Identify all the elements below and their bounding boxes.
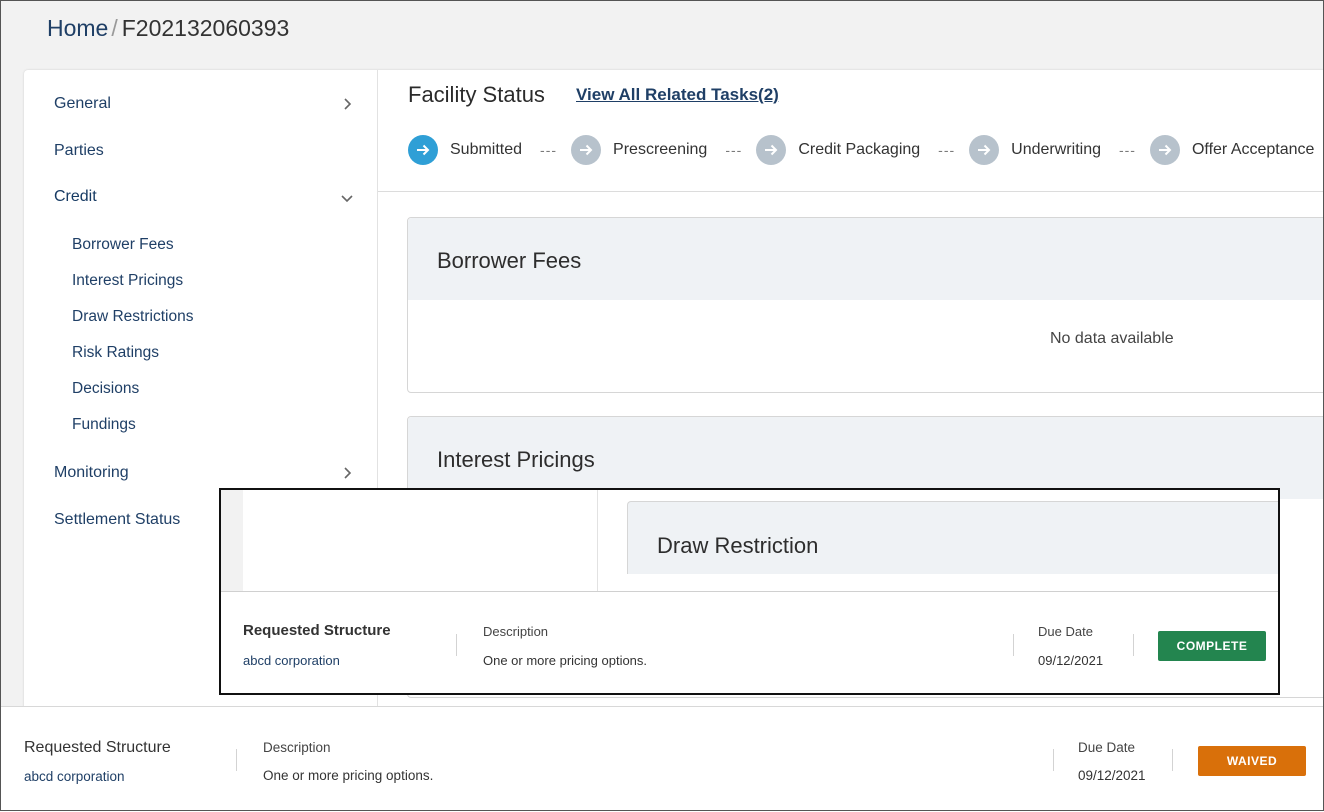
breadcrumb-separator: / bbox=[111, 15, 118, 41]
panel-title: Draw Restriction bbox=[657, 533, 819, 558]
divider bbox=[1133, 634, 1134, 656]
step-underwriting: Underwriting bbox=[969, 135, 1101, 165]
arrow-right-icon bbox=[408, 135, 438, 165]
step-separator: --- bbox=[725, 142, 743, 158]
task-bar-waived: Requested Structure abcd corporation Des… bbox=[0, 706, 1324, 812]
breadcrumb-current: F202132060393 bbox=[121, 15, 290, 41]
task-party-link[interactable]: abcd corporation bbox=[243, 653, 340, 668]
step-separator: --- bbox=[938, 142, 956, 158]
header-divider bbox=[378, 191, 1324, 192]
description-label: Description bbox=[483, 624, 549, 639]
chevron-right-icon[interactable] bbox=[340, 97, 354, 111]
due-date-value: 09/12/2021 bbox=[1038, 653, 1104, 668]
step-submitted: Submitted bbox=[408, 135, 522, 165]
sidebar-item-monitoring[interactable]: Monitoring bbox=[54, 463, 129, 483]
divider bbox=[1172, 749, 1173, 771]
task-title: Requested Structure bbox=[243, 622, 391, 639]
task-title: Requested Structure bbox=[24, 739, 171, 756]
status-stepper: Submitted --- Prescreening --- Credit Pa… bbox=[408, 134, 1314, 166]
due-date-label: Due Date bbox=[1038, 624, 1093, 639]
chevron-right-icon[interactable] bbox=[340, 466, 354, 480]
view-related-tasks-link[interactable]: View All Related Tasks(2) bbox=[576, 85, 779, 105]
sidebar-subitem-draw-restrictions[interactable]: Draw Restrictions bbox=[72, 307, 193, 327]
step-label: Underwriting bbox=[1011, 141, 1101, 158]
sidebar-item-credit[interactable]: Credit bbox=[54, 187, 97, 207]
panel-header: Interest Pricings bbox=[408, 417, 1324, 499]
status-badge-complete[interactable]: COMPLETE bbox=[1158, 631, 1266, 661]
step-label: Credit Packaging bbox=[798, 141, 921, 158]
panel-title: Borrower Fees bbox=[437, 248, 582, 273]
divider bbox=[236, 749, 237, 771]
step-credit-packaging: Credit Packaging bbox=[756, 135, 920, 165]
borrower-fees-panel: Borrower Fees No data available bbox=[407, 217, 1324, 393]
step-offer-acceptance: Offer Acceptance bbox=[1149, 135, 1315, 165]
description-value: One or more pricing options. bbox=[483, 653, 648, 668]
breadcrumb: Home / F202132060393 bbox=[47, 13, 289, 43]
status-badge-waived[interactable]: WAIVED bbox=[1198, 746, 1306, 776]
breadcrumb-home-link[interactable]: Home bbox=[47, 15, 108, 41]
sidebar-item-general[interactable]: General bbox=[54, 94, 111, 114]
step-label: Prescreening bbox=[613, 141, 708, 158]
sidebar-subitem-interest-pricings[interactable]: Interest Pricings bbox=[72, 271, 183, 291]
divider bbox=[456, 634, 457, 656]
sidebar-subitem-fundings[interactable]: Fundings bbox=[72, 415, 136, 435]
arrow-right-icon bbox=[756, 135, 787, 165]
task-party-link[interactable]: abcd corporation bbox=[24, 769, 125, 784]
divider bbox=[1013, 634, 1014, 656]
step-separator: --- bbox=[1118, 142, 1136, 158]
step-label: Submitted bbox=[450, 141, 523, 158]
inset-sidebar bbox=[243, 490, 598, 591]
step-label: Offer Acceptance bbox=[1191, 141, 1315, 158]
description-value: One or more pricing options. bbox=[263, 768, 434, 783]
description-label: Description bbox=[263, 740, 331, 755]
arrow-right-icon bbox=[969, 135, 1000, 165]
zoom-inset: Draw Restriction Requested Structure abc… bbox=[219, 488, 1280, 695]
chevron-down-icon[interactable] bbox=[340, 191, 354, 205]
panel-header: Borrower Fees bbox=[408, 218, 1324, 300]
due-date-value: 09/12/2021 bbox=[1078, 768, 1146, 783]
sidebar-subitem-borrower-fees[interactable]: Borrower Fees bbox=[72, 235, 174, 255]
facility-status-title: Facility Status bbox=[408, 82, 545, 107]
sidebar-item-parties[interactable]: Parties bbox=[54, 141, 104, 161]
divider bbox=[1053, 749, 1054, 771]
panel-title: Interest Pricings bbox=[437, 447, 595, 472]
step-separator: --- bbox=[540, 142, 558, 158]
sidebar-subitem-decisions[interactable]: Decisions bbox=[72, 379, 139, 399]
task-bar-complete: Requested Structure abcd corporation Des… bbox=[221, 591, 1278, 693]
due-date-label: Due Date bbox=[1078, 740, 1136, 755]
sidebar-item-settlement-status[interactable]: Settlement Status bbox=[54, 510, 180, 530]
step-prescreening: Prescreening bbox=[571, 135, 707, 165]
draw-restriction-panel: Draw Restriction bbox=[627, 501, 1278, 574]
inset-backdrop bbox=[221, 490, 243, 591]
sidebar-subitem-risk-ratings[interactable]: Risk Ratings bbox=[72, 343, 159, 363]
empty-state-text: No data available bbox=[1050, 330, 1174, 347]
arrow-right-icon bbox=[571, 135, 602, 165]
arrow-right-icon bbox=[1149, 135, 1180, 165]
